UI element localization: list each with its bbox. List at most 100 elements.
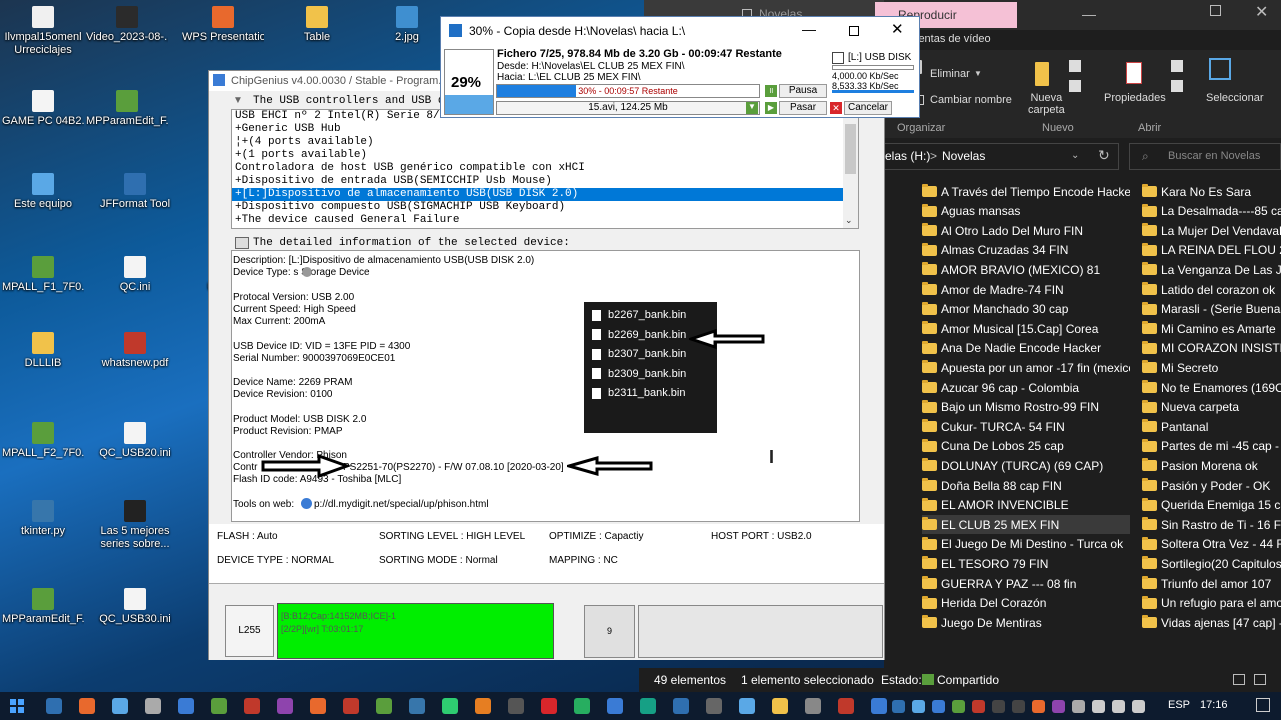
scrollbar-thumb[interactable]	[845, 124, 856, 174]
desktop-icon[interactable]: MPALL_F1_7F0...	[2, 256, 84, 294]
tray-icon[interactable]	[952, 700, 965, 713]
desktop-icon[interactable]: WPS Presentation	[182, 6, 264, 44]
easy-access-icon[interactable]	[1069, 80, 1081, 92]
new-item-icon[interactable]	[1069, 60, 1081, 72]
device-item[interactable]: +Dispositivo compuesto USB(SIGMACHIP USB…	[232, 201, 858, 214]
desktop-icon[interactable]: MPParamEdit_F...	[86, 90, 168, 128]
folder-item[interactable]: GUERRA Y PAZ --- 08 fin	[922, 574, 1130, 593]
folder-item[interactable]: Al Otro Lado Del Muro FIN	[922, 221, 1130, 240]
desktop-icon[interactable]: QC_USB30.ini	[94, 588, 176, 626]
folder-item[interactable]: Juego De Mentiras	[922, 613, 1130, 632]
folder-item[interactable]: Ana De Nadie Encode Hacker	[922, 339, 1130, 358]
info-tools-url[interactable]: p://dl.mydigit.net/special/up/phison.htm…	[314, 499, 489, 511]
folder-item[interactable]: Latido del corazon ok	[1142, 280, 1281, 299]
scroll-down-icon[interactable]: ⌄	[845, 215, 853, 226]
folder-item[interactable]: EL TESORO 79 FIN	[922, 554, 1130, 573]
taskbar-app-icon[interactable]	[211, 698, 227, 714]
folder-item[interactable]: Pantanal	[1142, 417, 1281, 436]
desktop-icon[interactable]: 2.jpg	[366, 6, 448, 44]
folder-item[interactable]: MI CORAZON INSISTE o...	[1142, 339, 1281, 358]
tray-icon[interactable]	[972, 700, 985, 713]
taskbar-app-icon[interactable]	[343, 698, 359, 714]
taskbar-app-icon[interactable]	[376, 698, 392, 714]
pause-icon[interactable]: ॥	[765, 85, 777, 97]
folder-item[interactable]: Bajo un Mismo Rostro-99 FIN	[922, 398, 1130, 417]
folder-item[interactable]: EL AMOR INVENCIBLE	[922, 496, 1130, 515]
folder-item[interactable]: Cukur- TURCA- 54 FIN	[922, 417, 1130, 436]
folder-item[interactable]: Amor Musical [15.Cap] Corea	[922, 319, 1130, 338]
taskbar-app-icon[interactable]	[145, 698, 161, 714]
bin-file-item[interactable]: b2307_bank.bin	[592, 348, 686, 360]
taskbar-app-icon[interactable]	[805, 698, 821, 714]
folder-item[interactable]: Herida Del Corazón	[922, 594, 1130, 613]
folder-item[interactable]: A Través del Tiempo Encode Hacker	[922, 182, 1130, 201]
device-item[interactable]: ¦+(4 ports available)	[232, 136, 858, 149]
device-item[interactable]: +(1 ports available)	[232, 149, 858, 162]
folder-item[interactable]: Cuna De Lobos 25 cap	[922, 437, 1130, 456]
desktop-icon[interactable]: Table	[276, 6, 358, 44]
address-dropdown-icon[interactable]: ⌄	[1071, 150, 1079, 161]
folder-item[interactable]: Amor Manchado 30 cap	[922, 300, 1130, 319]
taskbar-app-icon[interactable]	[508, 698, 524, 714]
breadcrumb-drive[interactable]: elas (H:)	[885, 149, 930, 163]
breadcrumb-folder[interactable]: Novelas	[942, 149, 985, 163]
desktop-icon[interactable]: Ilvmpal15omenl Urreciclajes	[2, 6, 84, 57]
taskbar-app-icon[interactable]	[739, 698, 755, 714]
tray-icon[interactable]	[1012, 700, 1025, 713]
folder-item[interactable]: LA REINA DEL FLOU 2	[1142, 241, 1281, 260]
taskbar-app-icon[interactable]	[442, 698, 458, 714]
details-view-icon[interactable]	[1233, 674, 1245, 685]
open-icon[interactable]	[1171, 60, 1183, 72]
taskbar-app-icon[interactable]	[475, 698, 491, 714]
taskbar-app-icon[interactable]	[772, 698, 788, 714]
taskbar-app-icon[interactable]	[112, 698, 128, 714]
slot-status-green[interactable]: [B:B12;Cap:14152MB;ICE]-1 [2/2P][wr] T:0…	[277, 603, 554, 659]
folder-item[interactable]: DOLUNAY (TURCA) (69 CAP)	[922, 456, 1130, 475]
device-item[interactable]: +The device caused General Failure	[232, 214, 858, 227]
folder-item[interactable]: Azucar 96 cap - Colombia	[922, 378, 1130, 397]
desktop-icon[interactable]: DLLLIB	[2, 332, 84, 370]
skip-icon[interactable]: ▶	[765, 102, 777, 114]
cancel-icon[interactable]: ✕	[830, 102, 842, 114]
bin-file-item[interactable]: b2267_bank.bin	[592, 309, 686, 321]
propiedades-button[interactable]: Propiedades	[1104, 92, 1166, 104]
folder-item[interactable]: Soltera Otra Vez - 44 Fin	[1142, 535, 1281, 554]
edit-icon[interactable]	[1171, 80, 1183, 92]
slot-empty[interactable]	[638, 605, 883, 658]
eliminar-button[interactable]: Eliminar	[930, 68, 970, 80]
folder-item[interactable]: No te Enamores (169Cap)	[1142, 378, 1281, 397]
refresh-icon[interactable]: ↻	[1098, 147, 1110, 164]
folder-item[interactable]: Vidas ajenas [47 cap] - B...	[1142, 613, 1281, 632]
taskbar-app-icon[interactable]	[79, 698, 95, 714]
folder-item[interactable]: Sortilegio(20 Capitulos)	[1142, 554, 1281, 573]
desktop-icon[interactable]: JFFormat Tool	[94, 173, 176, 211]
tray-icon[interactable]	[1032, 700, 1045, 713]
notification-icon[interactable]	[1256, 698, 1270, 712]
tray-icon[interactable]	[992, 700, 1005, 713]
folder-item[interactable]: Un refugio para el amor	[1142, 594, 1281, 613]
seleccionar-button[interactable]: Seleccionar	[1206, 92, 1263, 104]
taskbar-app-icon[interactable]	[574, 698, 590, 714]
taskbar-app-icon[interactable]	[310, 698, 326, 714]
device-item[interactable]: +[L:]Dispositivo de almacenamiento USB(U…	[232, 188, 858, 201]
close-icon[interactable]: ✕	[1255, 2, 1268, 22]
folder-item[interactable]: Nueva carpeta	[1142, 398, 1281, 417]
taskbar-app-icon[interactable]	[673, 698, 689, 714]
tray-icon[interactable]	[1132, 700, 1145, 713]
folder-item[interactable]: Amor de Madre-74 FIN	[922, 280, 1130, 299]
folder-item[interactable]: Almas Cruzadas 34 FIN	[922, 241, 1130, 260]
taskbar-app-icon[interactable]	[607, 698, 623, 714]
folder-item[interactable]: La Desalmada----85 cap	[1142, 202, 1281, 221]
minimize-icon[interactable]: —	[1082, 6, 1096, 22]
pasar-button[interactable]: Pasar	[779, 101, 827, 115]
slot-label[interactable]: L255	[225, 605, 274, 657]
taskbar-app-icon[interactable]	[871, 698, 887, 714]
desktop-icon[interactable]: Las 5 mejores series sobre...	[94, 500, 176, 551]
desktop-icon[interactable]: Video_2023-08-...	[86, 6, 168, 44]
taskbar-app-icon[interactable]	[640, 698, 656, 714]
desktop-icon[interactable]: GAME PC 04B2...	[2, 90, 84, 128]
tray-icon[interactable]	[892, 700, 905, 713]
folder-item[interactable]: Mi Secreto	[1142, 358, 1281, 377]
copy-minimize-icon[interactable]: —	[802, 21, 816, 37]
desktop-icon[interactable]: QC.ini	[94, 256, 176, 294]
